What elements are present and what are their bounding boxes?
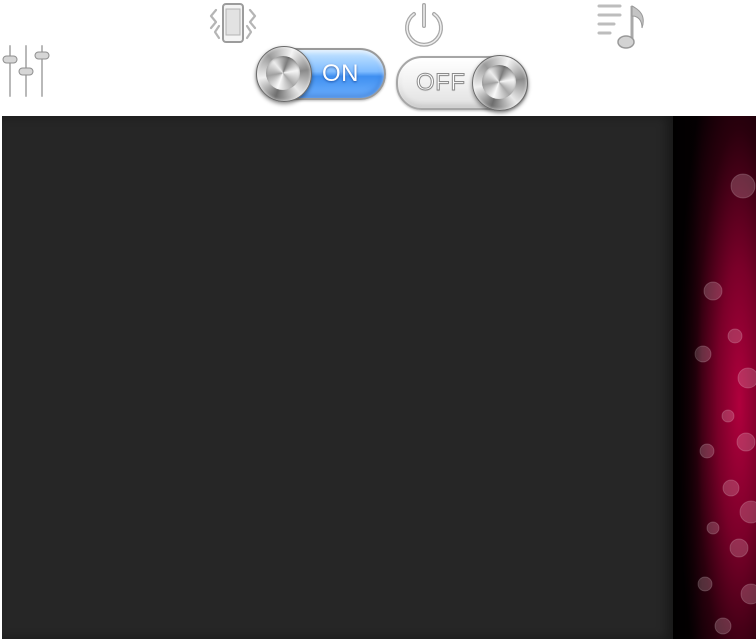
app-screen: ON OFF bbox=[0, 0, 756, 639]
main-dark-panel bbox=[2, 116, 673, 639]
toggle-knob[interactable] bbox=[472, 55, 528, 111]
off-toggle-label: OFF bbox=[416, 69, 466, 97]
on-toggle-label: ON bbox=[322, 60, 359, 87]
power-icon[interactable] bbox=[400, 2, 448, 50]
off-toggle-switch[interactable]: OFF bbox=[396, 55, 528, 111]
equalizer-icon[interactable] bbox=[0, 44, 52, 98]
toggle-knob[interactable] bbox=[256, 46, 312, 102]
on-toggle-switch[interactable]: ON bbox=[256, 46, 386, 102]
wallpaper-preview bbox=[673, 116, 756, 639]
playlist-icon[interactable] bbox=[596, 2, 650, 52]
vibrate-icon[interactable] bbox=[208, 2, 258, 46]
